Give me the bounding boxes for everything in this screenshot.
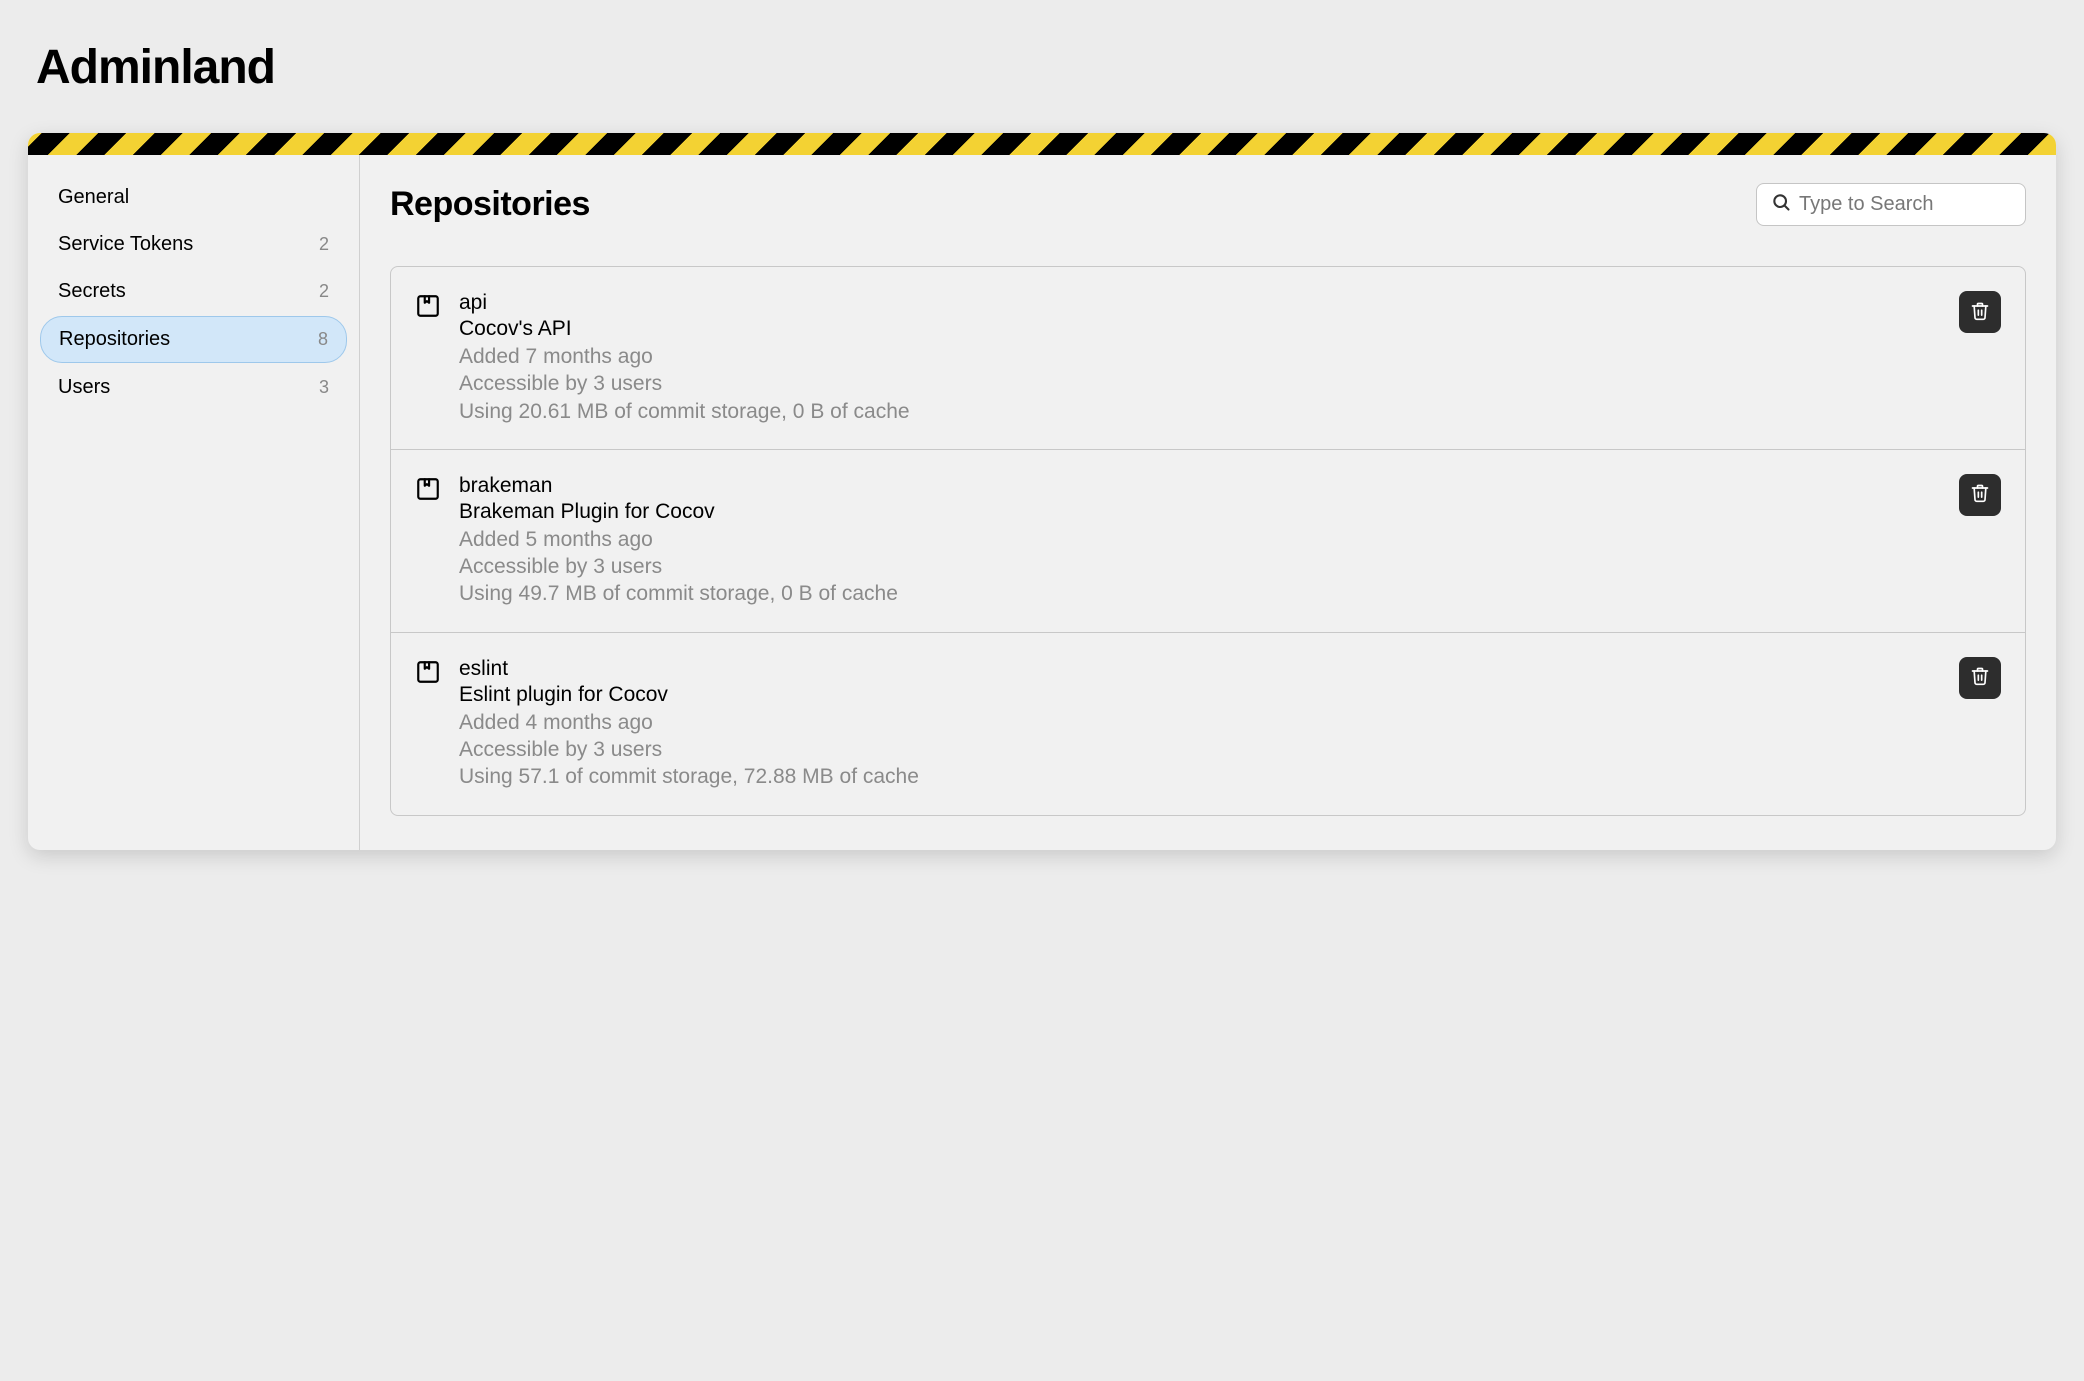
sidebar-item-users[interactable]: Users 3 — [40, 365, 347, 410]
repo-name: eslint — [459, 657, 1959, 681]
trash-icon — [1970, 301, 1990, 324]
repo-description: Brakeman Plugin for Cocov — [459, 500, 1959, 524]
hazard-stripe — [28, 133, 2056, 155]
repo-access: Accessible by 3 users — [459, 370, 1959, 397]
repo-description: Cocov's API — [459, 317, 1959, 341]
sidebar-item-label: Users — [58, 376, 110, 399]
repo-item: api Cocov's API Added 7 months ago Acces… — [391, 267, 2025, 450]
sidebar: General Service Tokens 2 Secrets 2 Repos… — [28, 155, 360, 850]
delete-button[interactable] — [1959, 291, 2001, 333]
repo-description: Eslint plugin for Cocov — [459, 683, 1959, 707]
sidebar-item-repositories[interactable]: Repositories 8 — [40, 316, 347, 363]
main-header: Repositories — [390, 183, 2026, 226]
admin-panel: General Service Tokens 2 Secrets 2 Repos… — [28, 133, 2056, 850]
main-title: Repositories — [390, 185, 590, 224]
sidebar-item-count: 2 — [319, 234, 329, 255]
repo-item: brakeman Brakeman Plugin for Cocov Added… — [391, 450, 2025, 633]
repo-storage: Using 57.1 of commit storage, 72.88 MB o… — [459, 763, 1959, 790]
sidebar-item-count: 2 — [319, 281, 329, 302]
repo-added: Added 7 months ago — [459, 343, 1959, 370]
search-box[interactable] — [1756, 183, 2026, 226]
repo-info: eslint Eslint plugin for Cocov Added 4 m… — [459, 657, 1959, 791]
repo-info: api Cocov's API Added 7 months ago Acces… — [459, 291, 1959, 425]
main-content: Repositories — [360, 155, 2056, 850]
bookmark-icon — [415, 659, 441, 690]
repo-added: Added 5 months ago — [459, 526, 1959, 553]
delete-button[interactable] — [1959, 657, 2001, 699]
sidebar-item-label: General — [58, 186, 129, 209]
sidebar-item-service-tokens[interactable]: Service Tokens 2 — [40, 222, 347, 267]
repo-storage: Using 49.7 MB of commit storage, 0 B of … — [459, 580, 1959, 607]
sidebar-item-count: 3 — [319, 377, 329, 398]
sidebar-item-label: Secrets — [58, 280, 126, 303]
search-input[interactable] — [1799, 193, 2011, 216]
trash-icon — [1970, 666, 1990, 689]
sidebar-item-general[interactable]: General — [40, 175, 347, 220]
sidebar-item-label: Repositories — [59, 328, 170, 351]
sidebar-item-count: 8 — [318, 329, 328, 350]
repo-access: Accessible by 3 users — [459, 736, 1959, 763]
repo-list: api Cocov's API Added 7 months ago Acces… — [390, 266, 2026, 816]
bookmark-icon — [415, 293, 441, 324]
bookmark-icon — [415, 476, 441, 507]
repo-storage: Using 20.61 MB of commit storage, 0 B of… — [459, 398, 1959, 425]
trash-icon — [1970, 483, 1990, 506]
repo-name: brakeman — [459, 474, 1959, 498]
repo-name: api — [459, 291, 1959, 315]
delete-button[interactable] — [1959, 474, 2001, 516]
page-title: Adminland — [0, 0, 2084, 95]
repo-access: Accessible by 3 users — [459, 553, 1959, 580]
sidebar-item-label: Service Tokens — [58, 233, 193, 256]
repo-added: Added 4 months ago — [459, 709, 1959, 736]
sidebar-item-secrets[interactable]: Secrets 2 — [40, 269, 347, 314]
repo-info: brakeman Brakeman Plugin for Cocov Added… — [459, 474, 1959, 608]
repo-item: eslint Eslint plugin for Cocov Added 4 m… — [391, 633, 2025, 815]
search-icon — [1771, 192, 1799, 217]
